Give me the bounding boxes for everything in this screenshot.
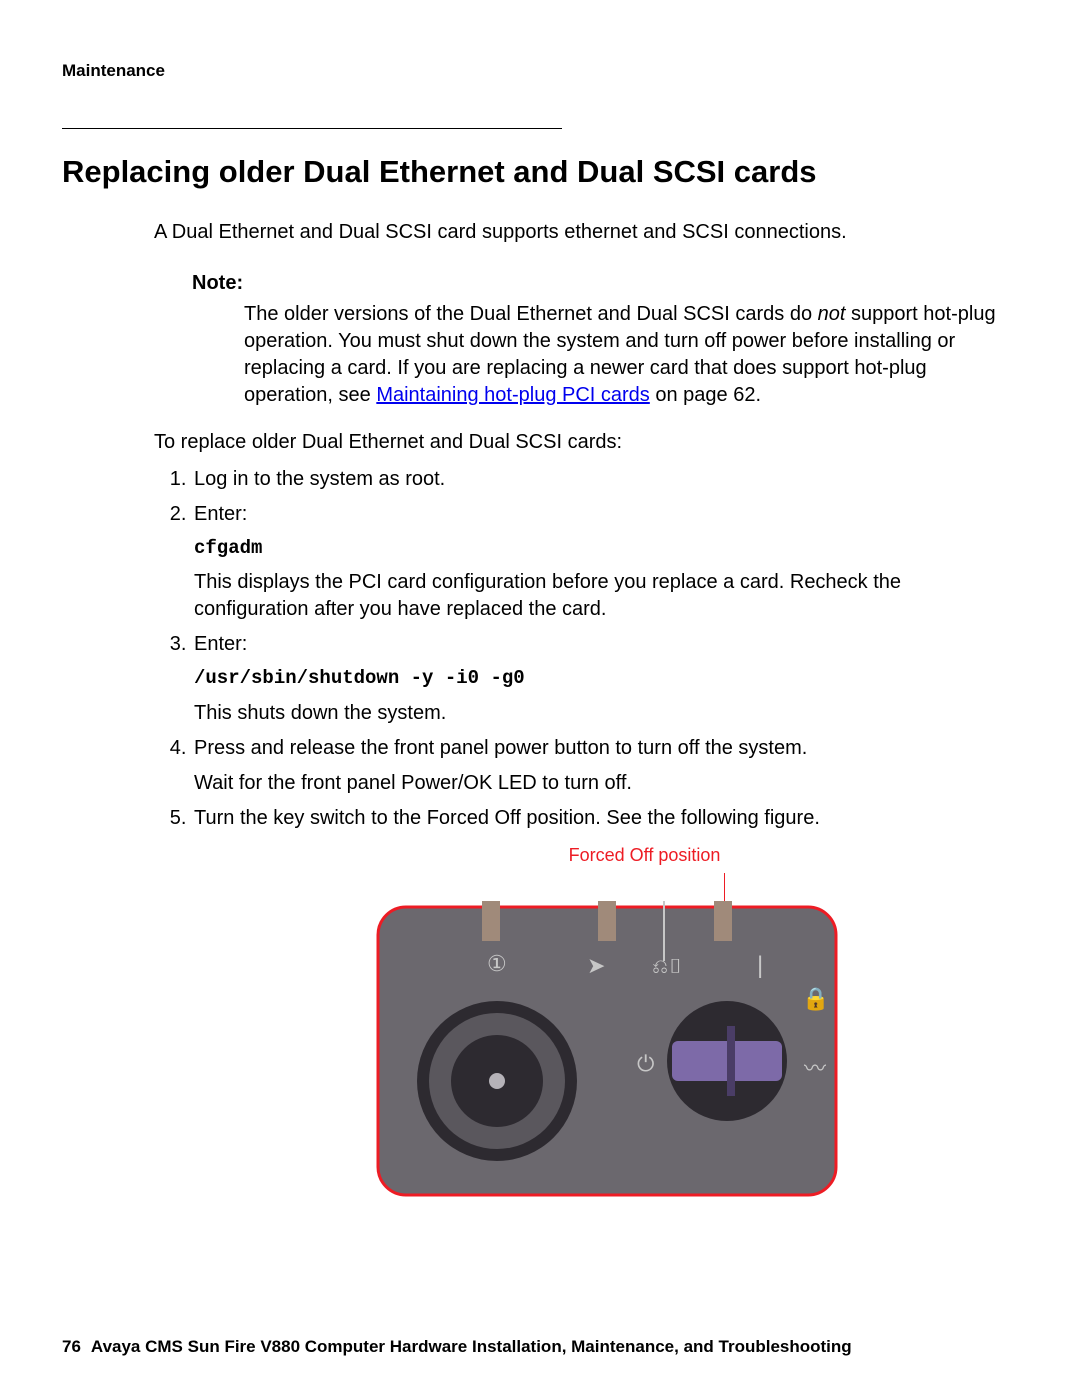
note-label: Note: <box>192 270 1020 297</box>
callout-line <box>724 873 725 903</box>
diag-icon: 〰 <box>804 1056 826 1081</box>
normal-icon: | <box>757 952 763 979</box>
step-5: Turn the key switch to the Forced Off po… <box>192 805 1020 1201</box>
document-page: Maintenance Replacing older Dual Etherne… <box>0 0 1080 1397</box>
figure: Forced Off position ① ➤ <box>194 842 1020 1201</box>
step-1: Log in to the system as root. <box>192 466 1020 493</box>
step-4: Press and release the front panel power … <box>192 735 1020 797</box>
step-text: Log in to the system as root. <box>194 468 445 490</box>
wrench-icon: ➤ <box>587 953 605 978</box>
note-block: Note: The older versions of the Dual Eth… <box>192 270 1020 409</box>
footer: 76 Avaya CMS Sun Fire V880 Computer Hardw… <box>62 1336 1020 1359</box>
step-text: Turn the key switch to the Forced Off po… <box>194 807 820 829</box>
step-list: Log in to the system as root. Enter: cfg… <box>154 466 1020 1202</box>
step-text: Enter: <box>194 633 247 655</box>
standby-icon: ⏻ <box>637 1051 654 1076</box>
intro-paragraph: A Dual Ethernet and Dual SCSI card suppo… <box>154 219 1020 246</box>
note-body: The older versions of the Dual Ethernet … <box>244 301 1020 409</box>
note-text1: The older versions of the Dual Ethernet … <box>244 303 818 325</box>
code-cfgadm: cfgadm <box>194 536 1020 562</box>
page-number: 76 <box>62 1336 81 1359</box>
figure-caption: Forced Off position <box>569 843 721 867</box>
note-emph: not <box>818 303 846 325</box>
code-shutdown: /usr/sbin/shutdown -y -i0 -g0 <box>194 666 1020 692</box>
list-lead: To replace older Dual Ethernet and Dual … <box>154 429 1020 456</box>
horizontal-rule <box>62 128 562 129</box>
lock-icon: 🔒 <box>802 986 829 1011</box>
step-subtext: This shuts down the system. <box>194 700 1020 727</box>
footer-text: Avaya CMS Sun Fire V880 Computer Hardwar… <box>91 1337 852 1356</box>
step-text: Press and release the front panel power … <box>194 737 807 759</box>
running-header: Maintenance <box>62 60 1020 83</box>
note-text3: on page 62. <box>650 384 761 406</box>
power-on-icon: ① <box>487 951 507 976</box>
step-subtext: This displays the PCI card configuration… <box>194 569 1020 623</box>
link-hotplug-pci[interactable]: Maintaining hot-plug PCI cards <box>376 384 649 406</box>
step-subtext: Wait for the front panel Power/OK LED to… <box>194 770 1020 797</box>
panel-illustration: ① ➤ ⎌▯ | ⏻ 🔒 〰 <box>372 901 842 1201</box>
step-3: Enter: /usr/sbin/shutdown -y -i0 -g0 Thi… <box>192 631 1020 727</box>
forced-off-icon: ⎌▯ <box>652 956 683 978</box>
page-title: Replacing older Dual Ethernet and Dual S… <box>62 151 1020 193</box>
step-2: Enter: cfgadm This displays the PCI card… <box>192 501 1020 624</box>
step-text: Enter: <box>194 503 247 525</box>
